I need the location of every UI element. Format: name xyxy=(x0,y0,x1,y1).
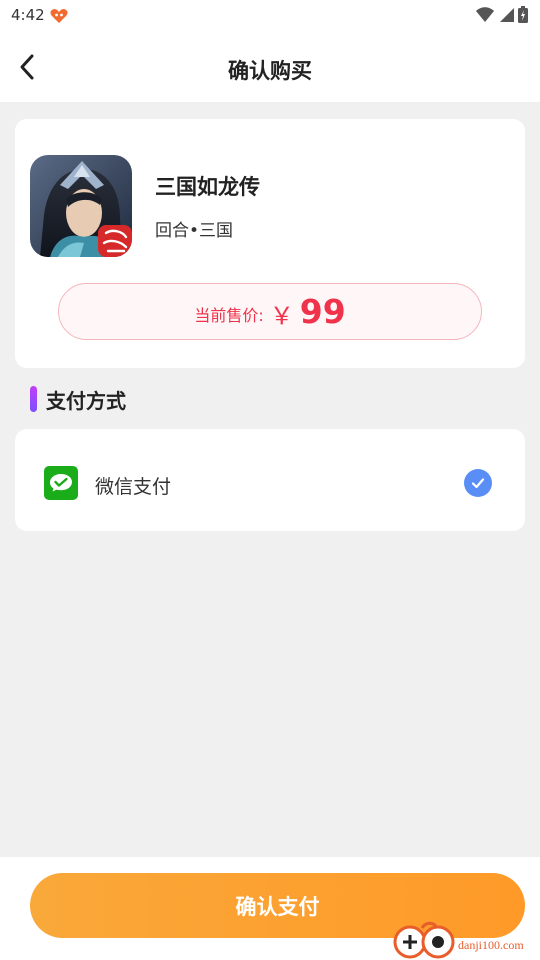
price-label: 当前售价: xyxy=(194,305,264,325)
check-icon[interactable] xyxy=(464,469,492,497)
payment-method-label: 微信支付 xyxy=(95,476,172,498)
payment-method-wechat[interactable]: 微信支付 xyxy=(15,429,525,531)
signal-icon xyxy=(498,7,514,27)
page-title: 确认购买 xyxy=(228,59,312,83)
app-notification-icon xyxy=(50,8,68,28)
game-tags: 回合•三国 xyxy=(155,221,234,241)
status-time: 4:42 xyxy=(11,6,45,24)
game-icon[interactable] xyxy=(30,155,132,257)
price-currency: ￥ xyxy=(269,302,294,330)
watermark-text: danji100.com xyxy=(458,938,524,952)
payment-section-title: 支付方式 xyxy=(46,388,126,413)
payment-section-header: 支付方式 xyxy=(30,386,126,413)
game-name: 三国如龙传 xyxy=(155,175,260,199)
price-value: 99 xyxy=(299,292,346,331)
price-box: 当前售价: ￥ 99 xyxy=(58,283,482,340)
section-accent-bar xyxy=(30,386,37,412)
wifi-icon xyxy=(476,6,494,27)
product-card: 三国如龙传 回合•三国 当前售价: ￥ 99 xyxy=(15,119,525,368)
watermark-logo-icon xyxy=(393,921,455,959)
wechat-pay-icon xyxy=(44,466,78,500)
battery-icon xyxy=(518,6,528,27)
status-bar: 4:42 xyxy=(0,0,540,32)
watermark: danji100.com xyxy=(392,918,540,960)
top-bar: 确认购买 xyxy=(0,32,540,102)
